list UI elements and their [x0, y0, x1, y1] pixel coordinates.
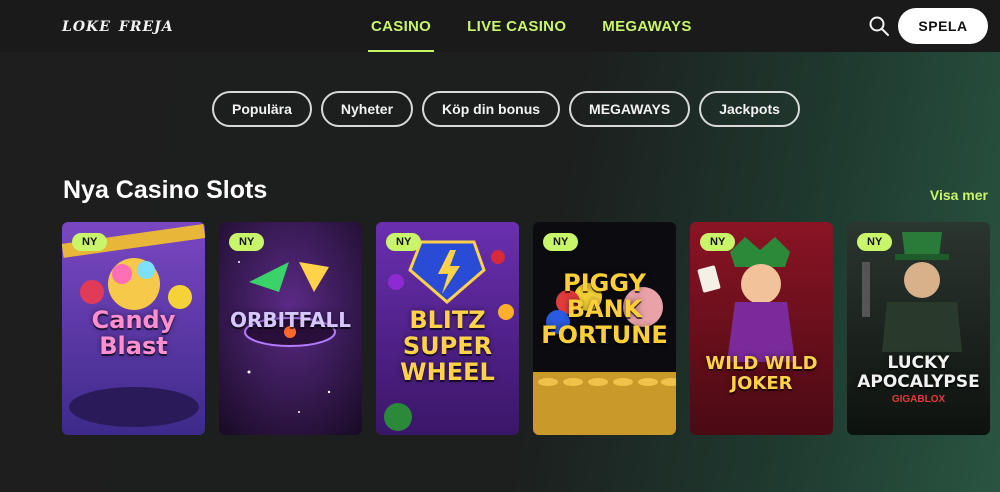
play-button[interactable]: SPELA: [898, 8, 988, 44]
filter-jackpots[interactable]: Jackpots: [699, 91, 800, 127]
search-icon[interactable]: [868, 15, 890, 37]
filter-buy-bonus[interactable]: Köp din bonus: [422, 91, 561, 127]
game-subtitle: GIGABLOX: [891, 394, 946, 405]
new-badge: NY: [72, 233, 108, 251]
new-badge: NY: [229, 233, 265, 251]
game-card-piggy-bank-fortune[interactable]: NY PIGGY BANK FORTUNE: [533, 222, 676, 435]
game-title: LUCKY APOCALYPSE: [857, 353, 980, 392]
game-thumbnail: [690, 222, 833, 435]
new-badge: NY: [386, 233, 422, 251]
new-badge: NY: [857, 233, 893, 251]
filter-popular[interactable]: Populära: [212, 91, 312, 127]
game-title: WILD WILD JOKER: [705, 353, 818, 394]
brand-logo[interactable]: LOKE FREJA: [62, 10, 173, 44]
game-carousel: NY Candy Blast NY ORBITFALL NY BLITZ SUP…: [62, 222, 990, 435]
main-nav: CASINO LIVE CASINO MEGAWAYS: [368, 0, 695, 52]
game-card-candy-blast[interactable]: NY Candy Blast: [62, 222, 205, 435]
game-title: Candy Blast: [91, 306, 176, 360]
logo-word-left: LOKE: [62, 19, 111, 35]
nav-megaways[interactable]: MEGAWAYS: [599, 0, 694, 52]
new-badge: NY: [700, 233, 736, 251]
game-card-orbitfall[interactable]: NY ORBITFALL: [219, 222, 362, 435]
game-title: ORBITFALL: [229, 308, 352, 332]
top-header: LOKE FREJA CASINO LIVE CASINO MEGAWAYS S…: [0, 0, 1000, 52]
filter-chips: Populära Nyheter Köp din bonus MEGAWAYS …: [212, 91, 800, 127]
game-card-wild-wild-joker[interactable]: NY WILD WILD JOKER: [690, 222, 833, 435]
game-card-lucky-apocalypse[interactable]: NY LUCKY APOCALYPSE GIGABLOX: [847, 222, 990, 435]
game-card-blitz-super-wheel[interactable]: NY BLITZ SUPER WHEEL: [376, 222, 519, 435]
filter-new[interactable]: Nyheter: [320, 91, 414, 127]
filter-megaways[interactable]: MEGAWAYS: [569, 91, 691, 127]
nav-casino[interactable]: CASINO: [368, 0, 435, 52]
nav-live-casino[interactable]: LIVE CASINO: [464, 0, 569, 52]
game-title: BLITZ SUPER WHEEL: [400, 306, 495, 386]
see-more-link[interactable]: Visa mer: [930, 187, 988, 203]
logo-word-right: FREJA: [118, 19, 174, 35]
new-badge: NY: [543, 233, 579, 251]
section-title: Nya Casino Slots: [63, 176, 268, 204]
game-title: PIGGY BANK FORTUNE: [541, 269, 668, 349]
